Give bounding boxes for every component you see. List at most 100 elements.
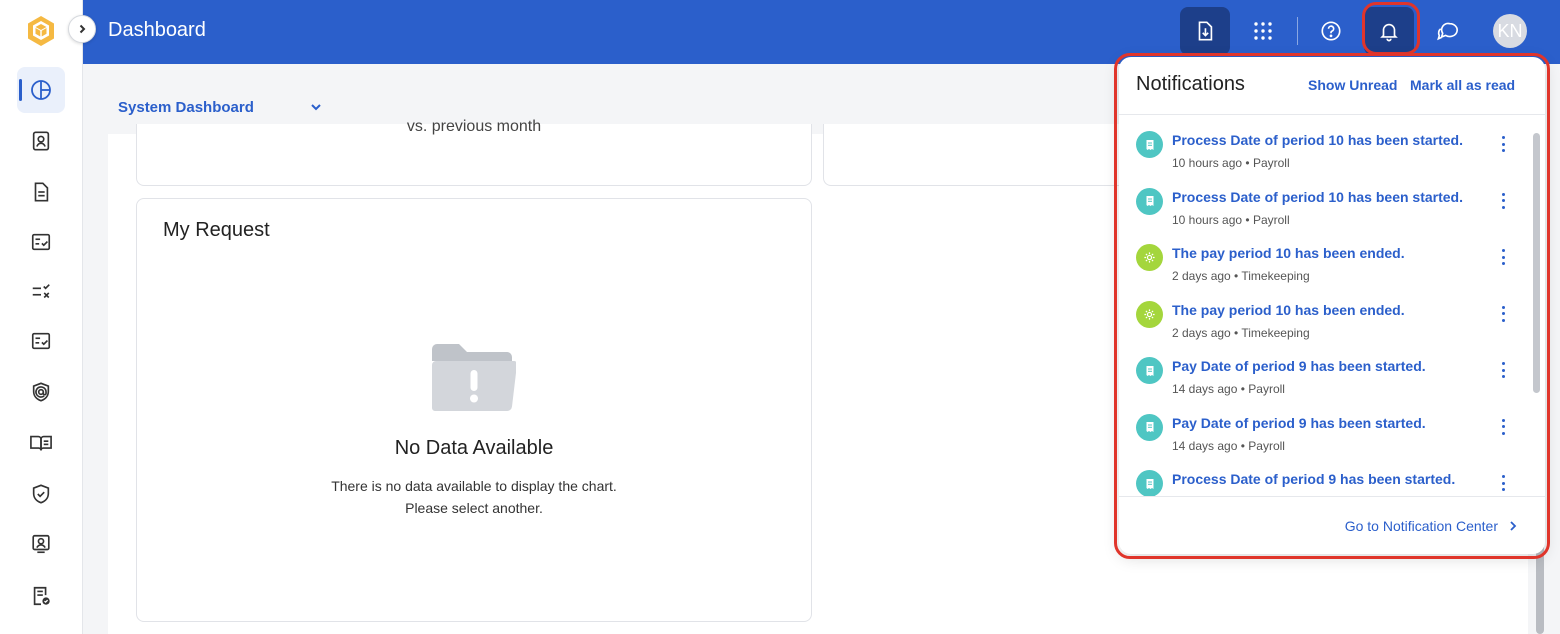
notification-time: 14 days ago xyxy=(1172,438,1238,453)
notification-timekeeping-badge xyxy=(1136,300,1163,328)
apps-grid-button[interactable] xyxy=(1238,7,1288,55)
more-vertical-icon xyxy=(1501,431,1505,435)
notification-more-button[interactable] xyxy=(1495,473,1511,493)
payroll-receipt-icon xyxy=(1146,139,1153,150)
notification-time: 2 days ago xyxy=(1172,269,1231,283)
more-vertical-icon xyxy=(1501,142,1505,146)
profile-card-icon xyxy=(32,534,50,554)
sidebar-item-compliance[interactable] xyxy=(17,471,65,517)
more-vertical-icon xyxy=(1501,312,1505,315)
sidebar-item-tasks[interactable] xyxy=(17,269,65,315)
sidebar-item-checklist[interactable] xyxy=(17,219,65,265)
notification-message[interactable]: Process Date of period 10 has been start… xyxy=(1172,189,1463,205)
timekeeping-gear-icon xyxy=(1144,252,1155,263)
dashboard-select-value: System Dashboard xyxy=(118,98,254,116)
more-vertical-icon xyxy=(1501,205,1505,209)
meta-separator-dot: • xyxy=(1242,156,1253,170)
dashboard-select[interactable]: System Dashboard xyxy=(118,95,323,119)
notifications-title: Notifications xyxy=(1136,73,1245,95)
toolbar-divider xyxy=(1297,17,1298,45)
payroll-receipt-icon xyxy=(1146,196,1153,206)
download-report-button[interactable] xyxy=(1180,7,1230,55)
more-vertical-icon xyxy=(1501,192,1505,196)
sidebar-item-handbook[interactable] xyxy=(17,420,65,466)
sidebar-item-documents[interactable] xyxy=(17,169,65,215)
notification-message[interactable]: The pay period 10 has been ended. xyxy=(1172,302,1405,318)
notification-item[interactable]: The pay period 10 has been ended. 2 days … xyxy=(1119,286,1545,342)
sidebar-item-security[interactable] xyxy=(17,369,65,415)
notification-time: 10 hours ago xyxy=(1172,156,1243,170)
empty-folder-icon xyxy=(432,344,516,411)
timekeeping-gear-icon xyxy=(1144,308,1155,320)
notification-payroll-badge xyxy=(1136,131,1163,158)
more-vertical-icon xyxy=(1501,136,1505,139)
notification-item[interactable]: Process Date of period 10 has been start… xyxy=(1119,116,1545,172)
notification-time: 14 days ago xyxy=(1172,382,1238,396)
sidebar-item-profile[interactable] xyxy=(17,521,65,567)
sidebar-expand-button[interactable] xyxy=(68,15,96,43)
notification-payroll-badge xyxy=(1136,470,1163,496)
notifications-scrollbar-thumb[interactable] xyxy=(1533,133,1540,393)
more-vertical-icon xyxy=(1501,199,1505,202)
chevron-down-icon xyxy=(311,104,321,111)
task-list-icon xyxy=(32,284,50,299)
sidebar-item-dashboard[interactable] xyxy=(17,67,65,113)
at-shield-icon xyxy=(32,382,50,402)
sidebar xyxy=(0,0,83,634)
notification-message[interactable]: Pay Date of period 9 has been started. xyxy=(1172,415,1426,431)
more-vertical-icon xyxy=(1501,249,1505,252)
notifications-button-highlight xyxy=(1362,2,1420,55)
notification-category: Payroll xyxy=(1248,382,1285,396)
shield-check-icon xyxy=(32,484,50,504)
my-request-title: My Request xyxy=(163,219,270,241)
dashboard-pie-icon xyxy=(31,80,51,100)
notifications-footer: Go to Notification Center xyxy=(1119,496,1545,554)
notification-item[interactable]: The pay period 10 has been ended. 2 days … xyxy=(1119,229,1545,285)
sidebar-item-reports[interactable] xyxy=(17,573,65,619)
notification-more-button[interactable] xyxy=(1495,360,1511,380)
document-icon xyxy=(34,182,49,202)
notification-item[interactable]: Process Date of period 9 has been starte… xyxy=(1119,455,1545,496)
notification-more-button[interactable] xyxy=(1495,134,1511,154)
more-vertical-icon xyxy=(1501,255,1505,259)
sidebar-item-employee[interactable] xyxy=(17,118,65,164)
notification-time: 2 days ago xyxy=(1172,325,1231,340)
approval-checklist-icon xyxy=(31,332,51,350)
more-vertical-icon xyxy=(1501,149,1505,152)
chevron-right-icon xyxy=(1510,521,1517,531)
sidebar-item-approvals[interactable] xyxy=(17,318,65,364)
notification-more-button[interactable] xyxy=(1495,191,1511,211)
notification-more-button[interactable] xyxy=(1495,304,1511,324)
comparison-text: vs. previous month xyxy=(406,118,542,135)
meta-separator-dot: • xyxy=(1230,325,1242,340)
notification-more-button[interactable] xyxy=(1495,417,1511,437)
notification-center-link[interactable]: Go to Notification Center xyxy=(1345,518,1518,534)
notification-item[interactable]: Process Date of period 10 has been start… xyxy=(1119,173,1545,229)
more-vertical-icon xyxy=(1501,305,1505,309)
help-button[interactable] xyxy=(1306,7,1356,55)
user-avatar[interactable]: KN xyxy=(1493,14,1527,48)
notifications-list: Process Date of period 10 has been start… xyxy=(1119,116,1545,496)
notification-item[interactable]: Pay Date of period 9 has been started. 14… xyxy=(1119,399,1545,455)
notification-payroll-badge xyxy=(1136,187,1163,215)
notification-payroll-badge xyxy=(1136,413,1163,441)
notification-message[interactable]: Pay Date of period 9 has been started. xyxy=(1172,358,1426,374)
meta-separator-dot: • xyxy=(1242,212,1253,227)
apps-grid-icon xyxy=(1254,22,1272,40)
chat-button[interactable] xyxy=(1423,7,1473,55)
notification-message[interactable]: The pay period 10 has been ended. xyxy=(1172,245,1405,261)
app-logo-icon[interactable] xyxy=(24,14,58,48)
notification-more-button[interactable] xyxy=(1495,247,1511,267)
show-unread-link[interactable]: Show Unread xyxy=(1308,77,1397,93)
mark-all-read-link[interactable]: Mark all as read xyxy=(1410,77,1515,93)
more-vertical-icon xyxy=(1501,262,1505,265)
notification-payroll-badge xyxy=(1136,357,1163,384)
notification-category: Payroll xyxy=(1252,156,1290,170)
notification-message[interactable]: Process Date of period 9 has been starte… xyxy=(1172,471,1455,487)
notifications-header: Notifications Show Unread Mark all as re… xyxy=(1119,57,1545,115)
comparison-widget: vs. previous month xyxy=(136,118,812,186)
notification-item[interactable]: Pay Date of period 9 has been started. 14… xyxy=(1119,342,1545,398)
notification-message[interactable]: Process Date of period 10 has been start… xyxy=(1172,132,1463,148)
notification-category: Timekeeping xyxy=(1241,325,1310,340)
file-download-icon xyxy=(1198,21,1213,41)
